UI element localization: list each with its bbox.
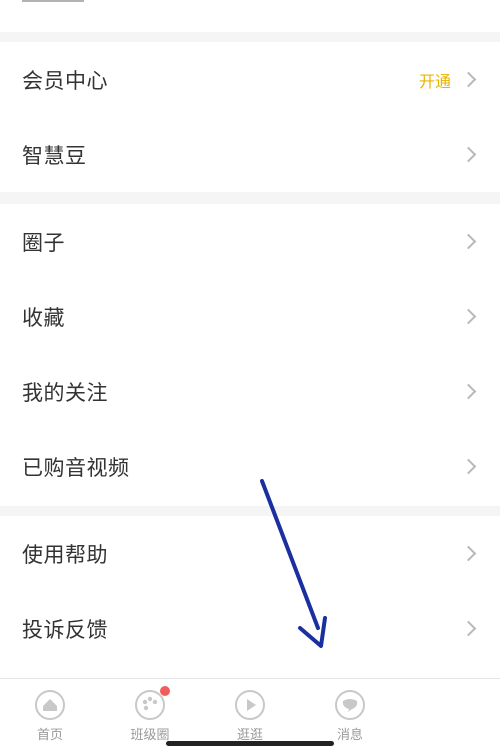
chevron-right-icon: [460, 383, 477, 400]
tab-messages[interactable]: 消息: [300, 679, 400, 750]
menu-item-label: 已购音视频: [22, 455, 130, 480]
play-icon: [234, 689, 266, 721]
menu-group-membership: 会员中心 开通 智慧豆: [0, 42, 500, 192]
message-icon: [334, 689, 366, 721]
tab-browse[interactable]: 逛逛: [200, 679, 300, 750]
menu-group-content: 圈子 收藏 我的关注 已购音视频: [0, 204, 500, 506]
open-membership-link[interactable]: 开通: [419, 68, 451, 92]
menu-item-favorites[interactable]: 收藏: [0, 279, 500, 354]
tab-label: 班级圈: [130, 728, 170, 743]
tab-home[interactable]: 首页: [0, 679, 100, 750]
profile-page: 会员中心 开通 智慧豆 圈子 收藏 我的关注 已购音视频 使用帮助 投诉反馈 首…: [0, 0, 500, 750]
cut-off-row-text: [22, 0, 84, 2]
menu-item-help[interactable]: 使用帮助: [0, 516, 500, 591]
menu-item-label: 我的关注: [22, 380, 108, 405]
menu-item-member-center[interactable]: 会员中心 开通: [0, 42, 500, 117]
menu-item-following[interactable]: 我的关注: [0, 354, 500, 429]
chevron-right-icon: [460, 458, 477, 475]
cut-off-row: [0, 0, 500, 32]
notification-badge: [160, 686, 170, 696]
menu-item-label: 投诉反馈: [22, 617, 108, 642]
tab-label: 消息: [336, 728, 363, 743]
chevron-right-icon: [460, 71, 477, 88]
tab-label: 首页: [36, 728, 63, 743]
chevron-right-icon: [460, 545, 477, 562]
home-indicator[interactable]: [166, 741, 334, 746]
menu-item-label: 使用帮助: [22, 542, 108, 567]
tab-class-circle[interactable]: 班级圈: [100, 679, 200, 750]
chevron-right-icon: [460, 308, 477, 325]
home-icon: [34, 689, 66, 721]
menu-group-support: 使用帮助 投诉反馈: [0, 516, 500, 678]
menu-item-feedback[interactable]: 投诉反馈: [0, 591, 500, 666]
menu-item-label: 会员中心: [22, 68, 108, 93]
menu-item-label: 收藏: [22, 305, 65, 330]
chevron-right-icon: [460, 146, 477, 163]
palette-icon: [134, 686, 170, 721]
menu-item-label: 智慧豆: [22, 143, 87, 168]
menu-item-wisdom-beans[interactable]: 智慧豆: [0, 117, 500, 192]
chevron-right-icon: [460, 233, 477, 250]
chevron-right-icon: [460, 620, 477, 637]
menu-item-label: 圈子: [22, 230, 65, 255]
menu-item-circle[interactable]: 圈子: [0, 204, 500, 279]
bottom-tab-bar: 首页 班级圈 逛逛 消息: [0, 678, 500, 750]
menu-item-purchased-media[interactable]: 已购音视频: [0, 429, 500, 504]
